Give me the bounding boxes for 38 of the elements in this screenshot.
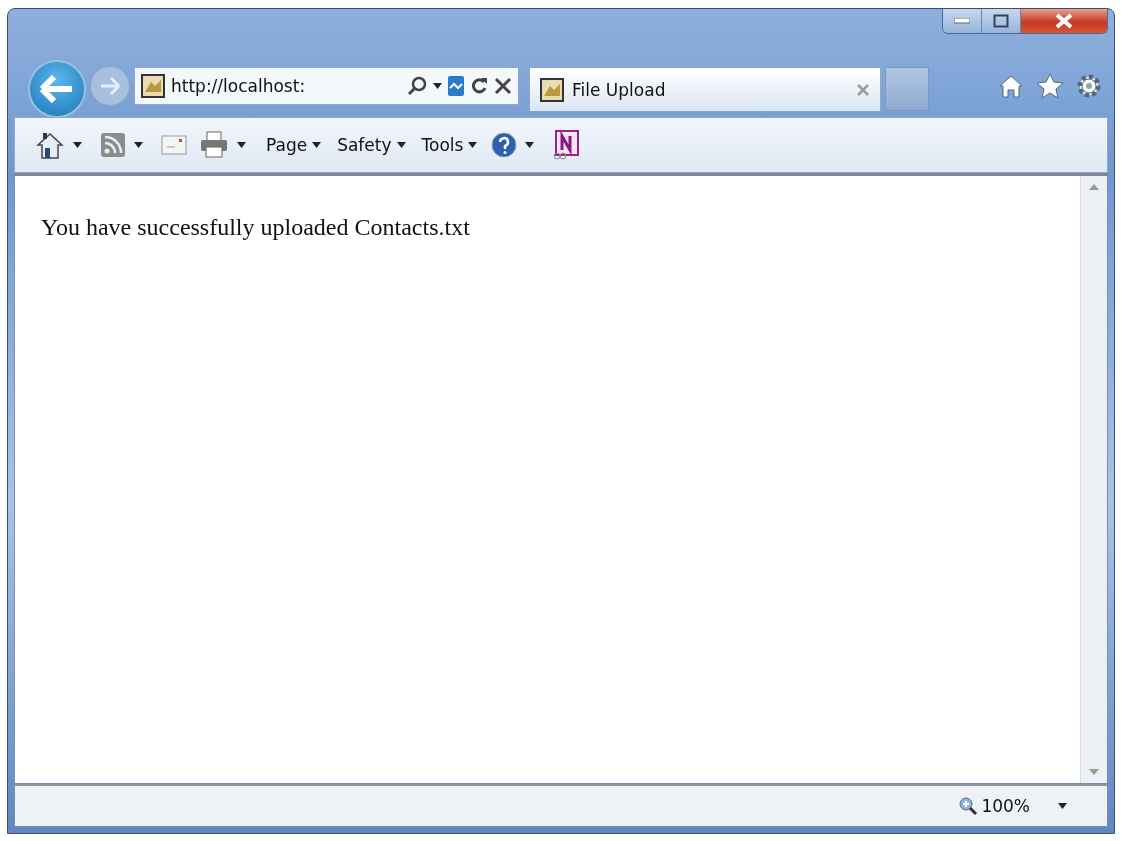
help-icon[interactable] — [491, 132, 518, 158]
minimize-icon — [954, 18, 970, 24]
browser-tab[interactable]: File Upload — [529, 67, 881, 111]
zoom-in-icon — [958, 796, 979, 816]
menu-button[interactable]: Safety — [335, 135, 408, 155]
stop-icon[interactable] — [494, 77, 512, 95]
dropdown-caret-icon[interactable] — [433, 83, 442, 89]
left-arrow-icon — [40, 75, 74, 103]
maximize-button[interactable] — [982, 9, 1021, 33]
refresh-icon[interactable] — [470, 77, 488, 95]
dropdown-caret-icon[interactable] — [134, 142, 143, 148]
feed-icon[interactable] — [100, 132, 126, 158]
settings-icon[interactable] — [1076, 73, 1102, 99]
dropdown-caret-icon[interactable] — [237, 142, 246, 148]
minimize-button[interactable] — [943, 9, 982, 33]
dropdown-caret-icon[interactable] — [525, 142, 535, 148]
site-icon — [141, 74, 165, 98]
menu-button[interactable]: Page — [264, 135, 324, 155]
dropdown-caret-icon[interactable] — [73, 142, 82, 148]
close-icon[interactable] — [856, 82, 870, 97]
zoom-button[interactable]: 100% — [958, 796, 1030, 816]
close-button[interactable] — [1021, 9, 1107, 33]
zoom-caret-icon[interactable] — [1058, 803, 1067, 809]
page-message: You have successfully uploaded Contacts.txt — [41, 214, 471, 241]
site-icon — [540, 77, 564, 102]
home-icon[interactable] — [35, 130, 65, 160]
menu-button[interactable]: Tools — [419, 135, 480, 155]
address-bar[interactable]: http://localhost: — [134, 67, 519, 105]
search-icon[interactable] — [407, 76, 427, 96]
notebook-icon[interactable] — [552, 130, 581, 160]
caret-icon — [312, 142, 322, 148]
close-icon — [1055, 13, 1073, 29]
right-arrow-icon — [99, 77, 121, 95]
caret-icon — [396, 142, 406, 148]
star-icon[interactable] — [1036, 73, 1064, 99]
printer-icon[interactable] — [199, 131, 229, 159]
caret-icon — [468, 142, 478, 148]
maximize-icon — [993, 14, 1009, 28]
